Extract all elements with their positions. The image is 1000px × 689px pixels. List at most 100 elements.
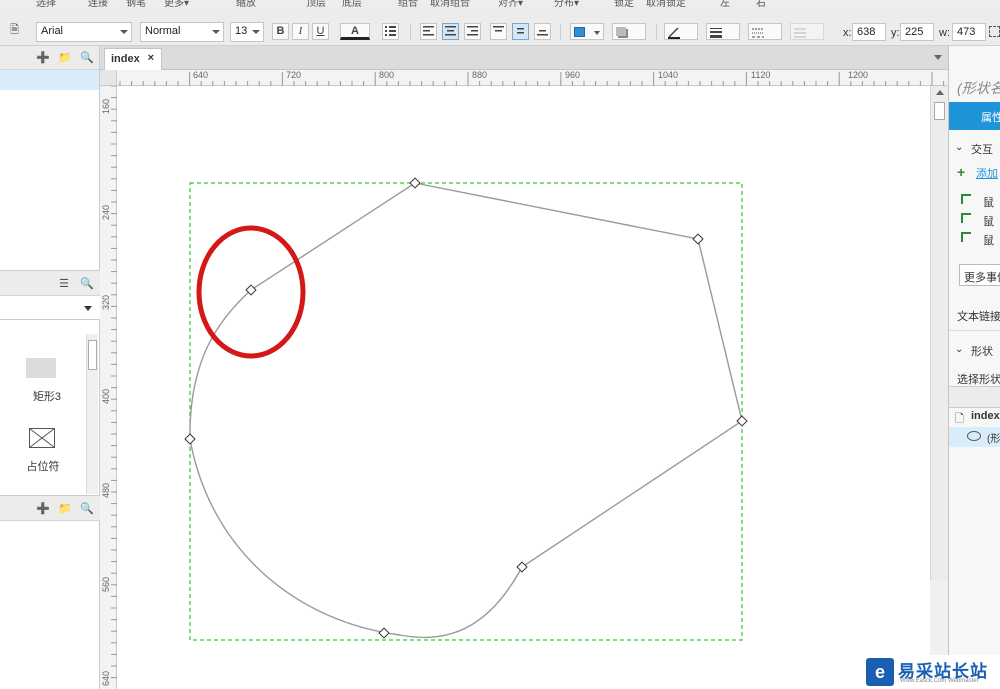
scrollbar-thumb[interactable] [934, 102, 945, 120]
widgets-scrollbar[interactable] [86, 334, 98, 494]
ruler-label: 960 [565, 70, 581, 80]
menu-item-lock[interactable]: 锁定 [614, 0, 634, 9]
menu-item-group[interactable]: 组合 [398, 0, 418, 9]
lock-ratio-icon[interactable] [989, 26, 1000, 37]
y-label: y: [891, 27, 900, 39]
tab-properties[interactable]: 属性 [949, 102, 1000, 130]
align-top-icon [493, 26, 504, 32]
menu-item-top[interactable]: 顶层 [306, 0, 326, 9]
menu-item-align[interactable]: 对齐▾ [498, 0, 523, 9]
menu-item-left[interactable]: 左 [720, 0, 730, 9]
chevron-down-icon[interactable] [934, 55, 942, 60]
tab-index[interactable]: index × [104, 48, 162, 70]
design-canvas[interactable] [117, 86, 930, 689]
add-page-icon[interactable]: ➕ [36, 52, 50, 64]
menu-icon[interactable]: ☰ [58, 278, 70, 290]
path-vertex-handle[interactable] [516, 561, 528, 573]
shape-section-title: 形状 [971, 346, 993, 358]
font-family-select[interactable]: Arial [36, 22, 132, 42]
menu-item-pen[interactable]: 钢笔 [126, 0, 146, 9]
add-master-icon[interactable]: ➕ [36, 503, 50, 515]
align-middle-button[interactable] [512, 23, 529, 40]
search-icon[interactable]: 🔍 [80, 278, 94, 290]
path-vertex-handle[interactable] [378, 627, 390, 639]
toolbar-divider [560, 24, 561, 40]
menu-item-bottom[interactable]: 底层 [342, 0, 362, 9]
line-color-button[interactable] [664, 23, 698, 40]
menu-item-unlock[interactable]: 取消锁定 [646, 0, 686, 9]
path-vertex-handle[interactable] [736, 415, 748, 427]
menu-item-distribute[interactable]: 分布▾ [554, 0, 579, 9]
menu-item-zoom[interactable]: 缩放 [236, 0, 256, 9]
ruler-label: 640 [101, 670, 111, 686]
menu-item-more[interactable]: 更多▾ [164, 0, 189, 9]
event-row[interactable]: 鼠 [983, 232, 994, 248]
ruler-label: 1040 [658, 70, 679, 80]
align-bottom-button[interactable] [534, 23, 551, 40]
masters-panel [0, 521, 100, 689]
italic-button[interactable]: I [292, 23, 309, 40]
shape-name-field[interactable]: (形状名 [957, 78, 1000, 98]
path-vertex-handle[interactable] [409, 177, 421, 189]
align-right-button[interactable] [464, 23, 481, 40]
chevron-down-icon[interactable]: ⌄ [955, 142, 963, 153]
search-icon[interactable]: 🔍 [80, 503, 94, 515]
font-style-select[interactable]: Normal [140, 22, 224, 42]
underline-button[interactable]: U [312, 23, 329, 40]
outline-page-item[interactable]: index [971, 410, 1000, 422]
align-center-button[interactable] [442, 23, 459, 40]
chevron-down-icon [84, 306, 92, 311]
outline-panel-header [949, 386, 1000, 408]
custom-shape-path[interactable] [189, 182, 743, 639]
add-case-link[interactable]: 添加 [976, 165, 998, 181]
add-folder-icon[interactable]: 📁 [58, 503, 72, 515]
more-events-select[interactable]: 更多事件 [959, 264, 1000, 286]
placeholder-icon[interactable] [29, 428, 55, 448]
add-icon[interactable]: + [957, 164, 965, 180]
scrollbar-thumb[interactable] [88, 340, 97, 370]
selected-page-row[interactable] [0, 70, 99, 90]
shadow-button[interactable] [612, 23, 646, 40]
rectangle-icon[interactable] [26, 358, 56, 378]
y-position-input[interactable]: 225 [900, 23, 934, 41]
outline-shape-row[interactable]: (形 [949, 427, 1000, 447]
line-style-button[interactable] [748, 23, 782, 40]
format-toolbar: 🗎 Arial Normal 13 B I U A x: 638 y: 225 … [0, 14, 1000, 46]
select-shape-label: 选择形状 [957, 374, 1000, 386]
align-center-icon [445, 26, 456, 36]
font-color-icon: A [351, 25, 359, 37]
chevron-down-icon[interactable]: ⌄ [955, 344, 963, 355]
add-folder-icon[interactable]: 📁 [58, 52, 72, 64]
line-width-button[interactable] [706, 23, 740, 40]
x-position-input[interactable]: 638 [852, 23, 886, 41]
menu-item-connect[interactable]: 连接 [88, 0, 108, 9]
ruler-corner [100, 70, 117, 86]
path-vertex-handle[interactable] [692, 233, 704, 245]
font-size-select[interactable]: 13 [230, 22, 264, 42]
fill-color-button[interactable] [570, 23, 604, 40]
w-label: w: [939, 27, 950, 39]
path-vertex-handle[interactable] [184, 433, 196, 445]
align-left-button[interactable] [420, 23, 437, 40]
close-icon[interactable]: × [148, 52, 154, 64]
widget-library-select[interactable] [0, 296, 100, 320]
menu-item-ungroup[interactable]: 取消组合 [430, 0, 470, 9]
arrow-style-button[interactable] [790, 23, 824, 40]
align-top-button[interactable] [490, 23, 507, 40]
font-color-button[interactable]: A [340, 23, 370, 40]
scroll-up-icon[interactable] [936, 90, 944, 95]
bold-button[interactable]: B [272, 23, 289, 40]
bullet-list-button[interactable] [382, 23, 399, 40]
text-link-label[interactable]: 文本链接 [957, 308, 1000, 324]
event-row[interactable]: 鼠 [983, 194, 994, 210]
width-input[interactable]: 473 [952, 23, 986, 41]
menu-item-select[interactable]: 选择 [36, 0, 56, 9]
inspector-panel: (形状名 属性 ⌄ 交互 + 添加 鼠 鼠 鼠 更多事件 文本链接 ⌄ 形状 选… [948, 46, 1000, 689]
search-icon[interactable]: 🔍 [80, 52, 94, 64]
event-row[interactable]: 鼠 [983, 213, 994, 229]
menu-item-right[interactable]: 右 [756, 0, 766, 9]
canvas-vertical-scrollbar[interactable] [930, 86, 948, 580]
top-menu-strip: 选择 连接 钢笔 更多▾ 缩放 顶层 底层 组合 取消组合 对齐▾ 分布▾ 锁定… [0, 0, 1000, 14]
tab-label: index [111, 53, 140, 65]
style-icon[interactable]: 🗎 [6, 23, 23, 40]
